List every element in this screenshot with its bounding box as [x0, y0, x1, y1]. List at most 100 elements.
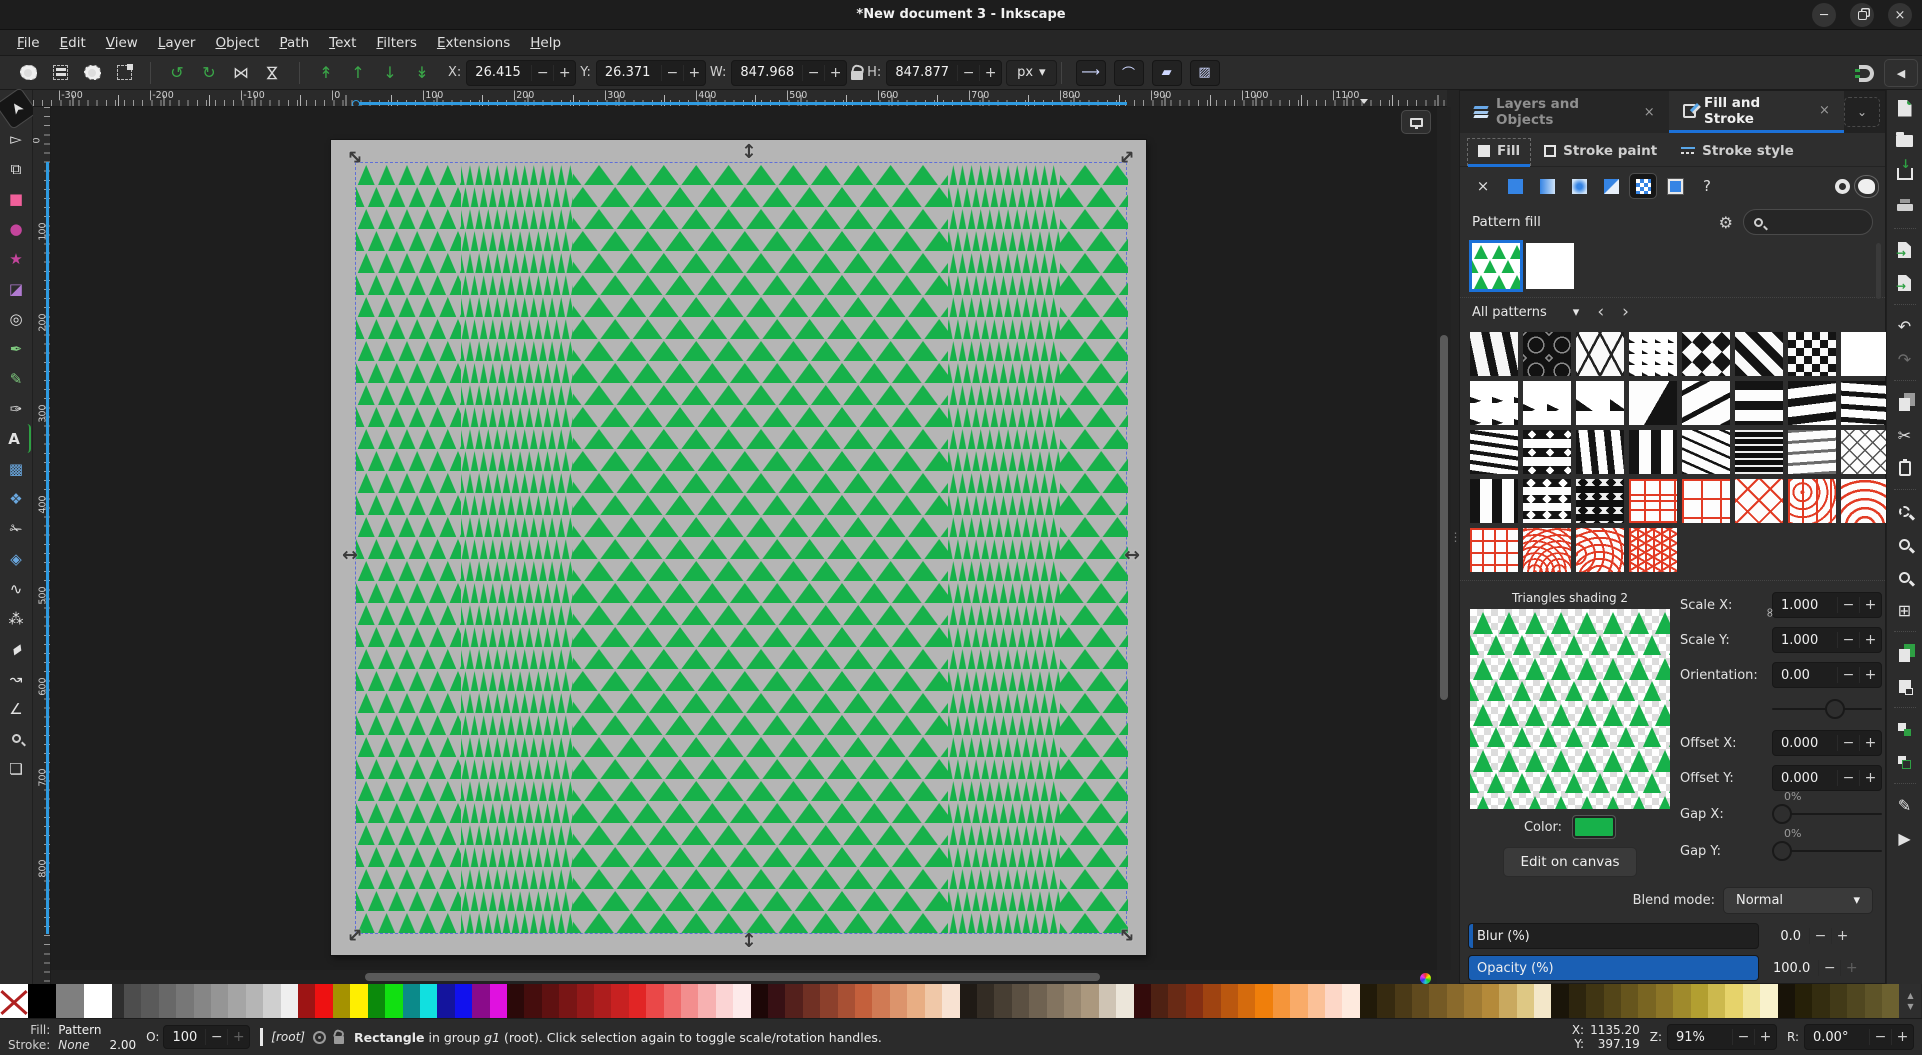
palette-swatch[interactable] — [855, 984, 872, 1018]
palette-swatch[interactable] — [1499, 984, 1516, 1018]
pattern-dense-triangles[interactable] — [1523, 381, 1571, 425]
scroll-up-icon[interactable]: ▲ — [1907, 991, 1913, 1000]
eraser-tool[interactable]: ▰ — [0, 628, 36, 668]
lock-aspect-icon[interactable] — [851, 71, 863, 80]
pattern-red-arches[interactable] — [1841, 479, 1889, 523]
pattern-vertical-bars[interactable] — [1629, 430, 1677, 474]
pattern-red-frames-3[interactable] — [1735, 479, 1783, 523]
menu-text[interactable]: Text — [320, 32, 365, 54]
palette-swatch[interactable] — [872, 984, 889, 1018]
spiral-tool[interactable]: ◎ — [2, 304, 31, 333]
canvas-viewport[interactable]: ↔ ↔ ↔ ↔ ↔ ↔ ↔ ↔ — [51, 107, 1437, 970]
pattern-diagonal-triangles[interactable] — [1735, 332, 1783, 376]
palette-swatch[interactable] — [698, 984, 715, 1018]
rotate-ccw-icon[interactable]: ↺ — [165, 61, 189, 85]
palette-swatch[interactable] — [385, 984, 402, 1018]
palette-swatch[interactable] — [1099, 984, 1116, 1018]
palette-swatch[interactable] — [211, 984, 228, 1018]
pattern-swatch-triangles[interactable] — [1472, 243, 1520, 289]
palette-swatch[interactable] — [1151, 984, 1168, 1018]
opacity-spinbox[interactable]: 100.0 − + — [1765, 955, 1877, 981]
palette-scroll-buttons[interactable]: ▲▼ — [1899, 984, 1921, 1018]
palette-swatch[interactable] — [141, 984, 158, 1018]
palette-swatch[interactable] — [1464, 984, 1481, 1018]
increment[interactable]: + — [227, 1029, 249, 1045]
move-gradients-toggle[interactable]: ▰ — [1152, 60, 1182, 86]
stroke-value[interactable]: None — [58, 1038, 101, 1052]
palette-swatch[interactable] — [1064, 984, 1081, 1018]
palette-swatch[interactable] — [437, 984, 454, 1018]
menu-view[interactable]: View — [97, 32, 147, 54]
decrement[interactable]: − — [1837, 770, 1859, 786]
palette-swatch[interactable] — [925, 984, 942, 1018]
pattern-list-scrollbar[interactable] — [1876, 243, 1881, 299]
palette-swatch[interactable] — [1725, 984, 1742, 1018]
paint-radial-gradient-button[interactable] — [1566, 174, 1592, 198]
palette-swatch[interactable] — [403, 984, 420, 1018]
raise-to-top-icon[interactable]: ↟ — [314, 61, 338, 85]
decrement[interactable]: − — [1818, 960, 1840, 976]
palette-swatch[interactable] — [1691, 984, 1708, 1018]
pattern-chevron-thin[interactable] — [1523, 479, 1571, 523]
palette-swatch[interactable] — [1830, 984, 1847, 1018]
increment[interactable]: + — [1859, 667, 1881, 683]
palette-swatch[interactable] — [1865, 984, 1882, 1018]
palette-swatch[interactable] — [820, 984, 837, 1018]
x-value[interactable]: 26.415 — [467, 65, 531, 80]
palette-swatch[interactable] — [716, 984, 733, 1018]
pencil-tool[interactable]: ✎ — [2, 364, 31, 393]
palette-swatch[interactable] — [733, 984, 750, 1018]
palette-swatch[interactable] — [1273, 984, 1290, 1018]
palette-swatch[interactable] — [228, 984, 245, 1018]
link-scale-icon[interactable]: ∞ — [1762, 607, 1777, 618]
w-value[interactable]: 847.968 — [732, 65, 802, 80]
group-icon[interactable] — [1892, 717, 1918, 741]
new-document-icon[interactable] — [1892, 96, 1918, 120]
stroke-width[interactable]: 2.00 — [109, 1038, 136, 1052]
palette-swatch[interactable] — [1882, 984, 1899, 1018]
connector-tool[interactable]: ↝ — [2, 664, 31, 693]
palette-swatch[interactable] — [542, 984, 559, 1018]
pattern-triangle-mix[interactable] — [1788, 332, 1836, 376]
pages-tool[interactable]: ❏ — [2, 754, 31, 783]
dock-splitter[interactable]: ⋮ — [1451, 90, 1459, 984]
more-commands-icon[interactable]: ▶ — [1892, 826, 1918, 850]
palette-swatch[interactable] — [455, 984, 472, 1018]
layer-indicator[interactable]: [root] — [260, 1028, 344, 1046]
palette-swatch[interactable] — [1255, 984, 1272, 1018]
palette-swatch[interactable] — [1429, 984, 1446, 1018]
import-icon[interactable]: → — [1892, 238, 1918, 262]
palette-swatch[interactable] — [420, 984, 437, 1018]
palette-swatch[interactable] — [785, 984, 802, 1018]
export-icon[interactable]: → — [1892, 271, 1918, 295]
palette-swatch[interactable] — [1168, 984, 1185, 1018]
h-increment[interactable]: + — [979, 65, 1001, 81]
palette-none-swatch[interactable] — [0, 984, 28, 1018]
print-icon[interactable] — [1892, 195, 1918, 219]
palette-swatch[interactable] — [1569, 984, 1586, 1018]
slider-knob[interactable] — [1825, 699, 1845, 719]
scrollbar-thumb[interactable] — [365, 973, 1100, 981]
palette-swatch[interactable] — [646, 984, 663, 1018]
blend-mode-dropdown[interactable]: Normal ▾ — [1723, 887, 1873, 914]
opacity-slider[interactable]: Opacity (%) — [1468, 955, 1759, 981]
palette-swatch[interactable] — [1221, 984, 1238, 1018]
layer-visibility-icon[interactable] — [313, 1031, 326, 1044]
pattern-red-scallops[interactable] — [1523, 528, 1571, 572]
zoom-tool[interactable] — [2, 724, 31, 753]
close-icon[interactable]: × — [1819, 103, 1830, 118]
pattern-dark-rings[interactable] — [1523, 332, 1571, 376]
vertical-ruler[interactable]: 0100200300400500600700800 — [33, 107, 51, 984]
w-decrement[interactable]: − — [802, 65, 824, 81]
palette-swatch[interactable] — [1656, 984, 1673, 1018]
palette-swatch[interactable] — [1029, 984, 1046, 1018]
rotate-cw-icon[interactable]: ↻ — [197, 61, 221, 85]
select-all-layers-icon[interactable] — [48, 61, 72, 85]
zoom-drawing-icon[interactable] — [1892, 532, 1918, 556]
palette-swatch[interactable] — [1412, 984, 1429, 1018]
pattern-chevron-bold[interactable] — [1523, 430, 1571, 474]
palette-swatch[interactable] — [577, 984, 594, 1018]
palette-swatch[interactable] — [1517, 984, 1534, 1018]
palette-swatch[interactable] — [1743, 984, 1760, 1018]
menu-file[interactable]: File — [8, 32, 49, 54]
